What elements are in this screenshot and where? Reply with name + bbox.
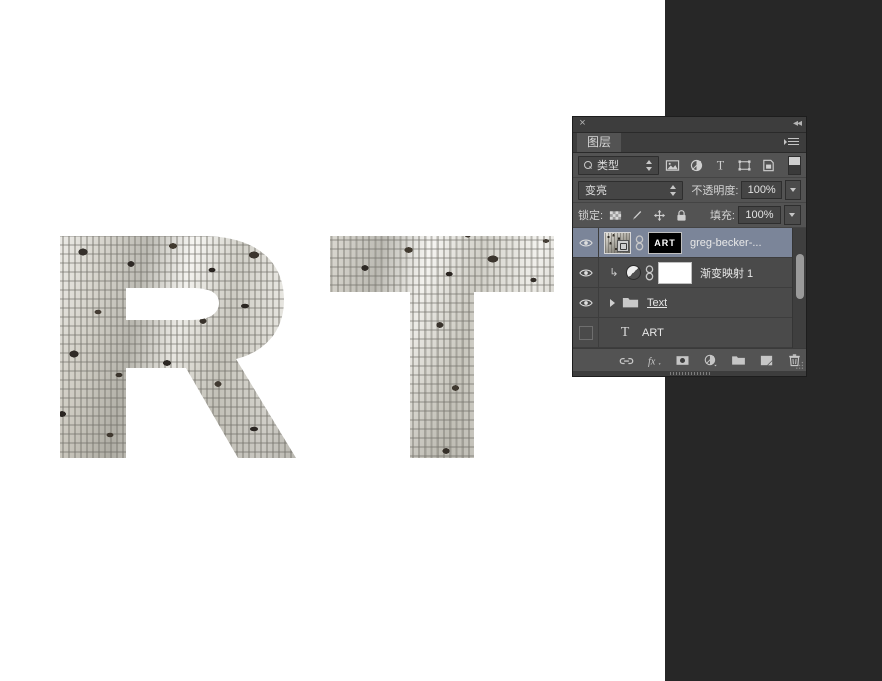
new-adjustment-layer-icon[interactable] <box>703 353 718 368</box>
svg-text:T: T <box>717 158 725 172</box>
filter-kind-select[interactable]: 类型 <box>578 155 659 175</box>
fill-input[interactable]: 100% <box>738 206 781 224</box>
layer-name[interactable]: ART <box>642 327 664 339</box>
opacity-slider-dropdown-icon[interactable] <box>784 180 801 200</box>
chevron-updown-icon[interactable] <box>646 159 653 171</box>
link-layers-icon[interactable] <box>619 353 634 368</box>
svg-text:fx: fx <box>648 356 656 367</box>
artwork-double-exposure-letters <box>40 228 560 468</box>
chevron-updown-icon[interactable] <box>670 184 677 196</box>
filter-shape-layers-icon[interactable] <box>737 158 752 173</box>
new-group-icon[interactable] <box>731 353 746 368</box>
eye-off-icon <box>578 325 593 340</box>
layer-style-fx-icon[interactable]: fx <box>647 353 662 368</box>
opacity-input[interactable]: 100% <box>741 181 782 199</box>
lock-transparent-pixels-icon[interactable] <box>609 209 622 222</box>
layer-list-scrollbar[interactable] <box>792 228 806 348</box>
artwork-letter-t <box>328 228 556 466</box>
eye-icon <box>578 269 593 276</box>
panel-title-bar: × ◂◂ <box>573 117 806 133</box>
link-mask-icon[interactable] <box>644 264 655 281</box>
filter-kind-label: 类型 <box>597 160 619 172</box>
link-mask-icon[interactable] <box>634 234 645 251</box>
type-layer-icon: T <box>620 324 630 340</box>
layer-list: ART greg-becker-... ↳ 渐变映射 1 Text T ART <box>573 228 806 349</box>
scrollbar-thumb[interactable] <box>796 254 804 299</box>
filter-pixel-layers-icon[interactable] <box>665 158 680 173</box>
layers-panel-footer: fx <box>573 349 806 371</box>
layer-filter-row: 类型 T <box>573 153 806 178</box>
filter-type-layers-icon[interactable]: T <box>713 158 728 173</box>
eye-icon <box>578 299 593 306</box>
filter-type-icons: T <box>665 158 776 173</box>
filter-enable-toggle[interactable] <box>788 155 801 175</box>
layer-name[interactable]: greg-becker-... <box>690 237 762 249</box>
clipping-mask-icon: ↳ <box>609 267 619 279</box>
filter-adjustment-layers-icon[interactable] <box>689 158 704 173</box>
blend-mode-select[interactable]: 变亮 <box>578 180 684 200</box>
search-icon <box>584 160 593 170</box>
opacity-label: 不透明度: <box>691 185 739 197</box>
layer-visibility-toggle[interactable] <box>573 228 599 257</box>
lock-row: 锁定: 填充: 100% <box>573 203 806 228</box>
layer-row[interactable]: ↳ 渐变映射 1 <box>573 258 806 288</box>
filter-smart-object-layers-icon[interactable] <box>761 158 776 173</box>
layer-mask-thumbnail[interactable]: ART <box>648 231 682 254</box>
new-layer-icon[interactable] <box>759 353 774 368</box>
layer-visibility-toggle[interactable] <box>573 258 599 287</box>
layer-name[interactable]: Text <box>647 297 667 309</box>
smart-object-badge-icon <box>617 239 629 252</box>
eye-icon <box>578 239 593 246</box>
lock-image-pixels-icon[interactable] <box>631 209 644 222</box>
layer-row[interactable]: ART greg-becker-... <box>573 228 806 258</box>
add-layer-mask-icon[interactable] <box>675 353 690 368</box>
resize-grip-icon[interactable] <box>795 361 804 370</box>
lock-icons <box>609 209 688 222</box>
layer-mask-thumbnail[interactable] <box>658 261 692 284</box>
lock-position-icon[interactable] <box>653 209 666 222</box>
layer-thumbnail[interactable] <box>604 231 631 254</box>
artwork-letter-r <box>52 228 310 466</box>
panel-resize-handle[interactable] <box>573 371 806 376</box>
layer-row[interactable]: Text <box>573 288 806 318</box>
blend-mode-value: 变亮 <box>585 185 607 197</box>
blend-mode-row: 变亮 不透明度: 100% <box>573 178 806 203</box>
adjustment-layer-thumbnail[interactable] <box>626 265 641 280</box>
chevron-right-icon[interactable] <box>610 298 615 307</box>
layer-visibility-toggle[interactable] <box>573 288 599 317</box>
lock-all-icon[interactable] <box>675 209 688 222</box>
layers-panel: × ◂◂ 图层 类型 T 变亮 不透明度: 100% 锁定: 填充: 100% … <box>572 116 807 377</box>
panel-menu-icon[interactable] <box>784 136 801 149</box>
close-icon[interactable]: × <box>577 118 588 129</box>
layer-name[interactable]: 渐变映射 1 <box>700 265 753 281</box>
fill-slider-dropdown-icon[interactable] <box>784 205 801 225</box>
collapse-to-icons-icon[interactable]: ◂◂ <box>793 118 802 130</box>
panel-tab-bar: 图层 <box>573 133 806 153</box>
layer-visibility-toggle[interactable] <box>573 318 599 347</box>
fill-label: 填充: <box>709 210 735 222</box>
lock-label: 锁定: <box>578 210 604 222</box>
tab-layers[interactable]: 图层 <box>577 133 622 152</box>
layer-row[interactable]: T ART <box>573 318 806 348</box>
folder-icon <box>622 298 639 308</box>
